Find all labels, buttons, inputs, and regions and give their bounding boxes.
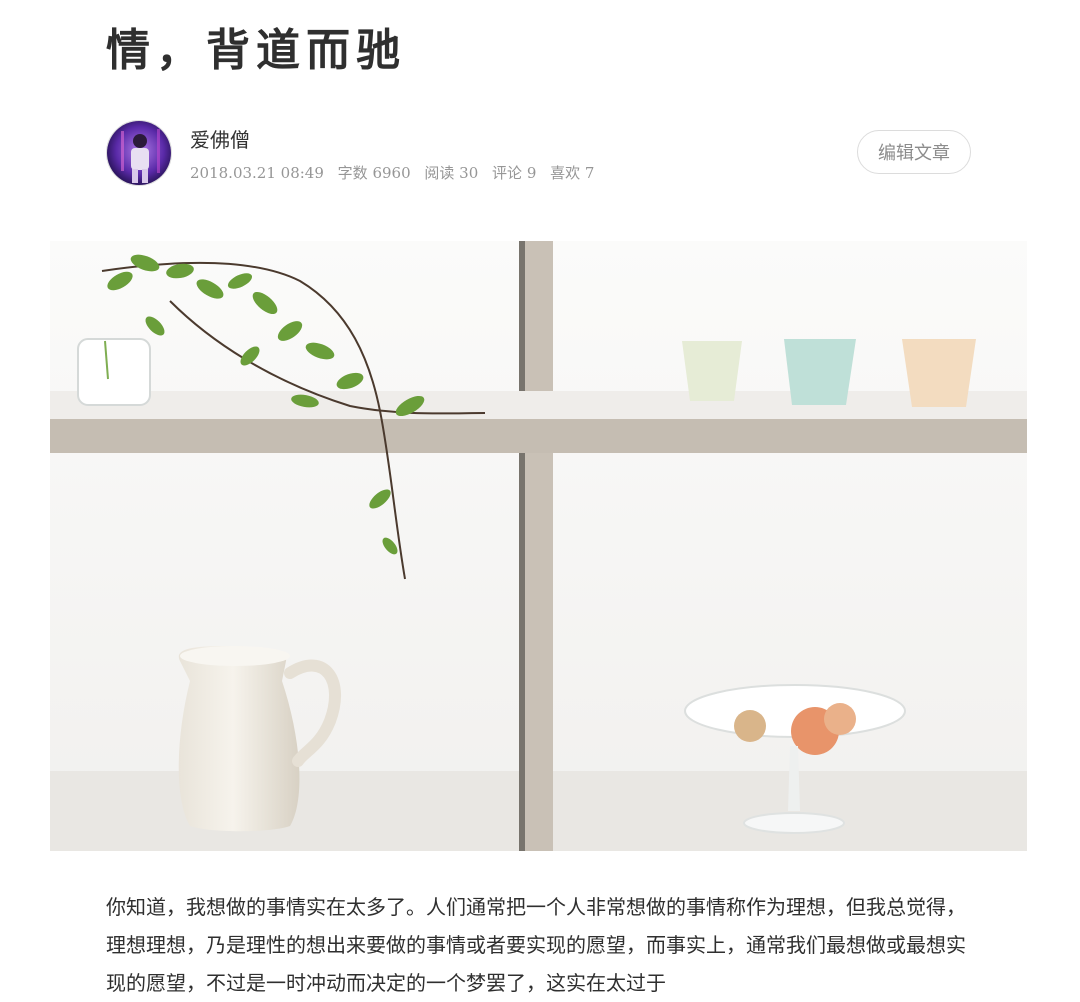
author-avatar[interactable] <box>106 120 172 186</box>
comment-count: 评论 9 <box>492 164 537 182</box>
edit-article-button[interactable]: 编辑文章 <box>857 130 971 174</box>
like-count: 喜欢 7 <box>550 164 595 182</box>
article-title: 情，背道而驰 <box>106 25 406 76</box>
article-paragraph: 你知道，我想做的事情实在太多了。人们通常把一个人非常想做的事情称作为理想，但我总… <box>106 895 966 995</box>
read-count: 阅读 30 <box>424 164 479 182</box>
avatar-image <box>107 121 171 185</box>
cover-illustration <box>50 241 1027 851</box>
article-cover-image <box>50 241 1027 851</box>
publish-date: 2018.03.21 08:49 <box>190 164 324 182</box>
article-meta: 2018.03.21 08:49 字数 6960 阅读 30 评论 9 喜欢 7 <box>190 162 603 183</box>
author-name[interactable]: 爱佛僧 <box>190 124 250 153</box>
word-count: 字数 6960 <box>337 164 411 182</box>
